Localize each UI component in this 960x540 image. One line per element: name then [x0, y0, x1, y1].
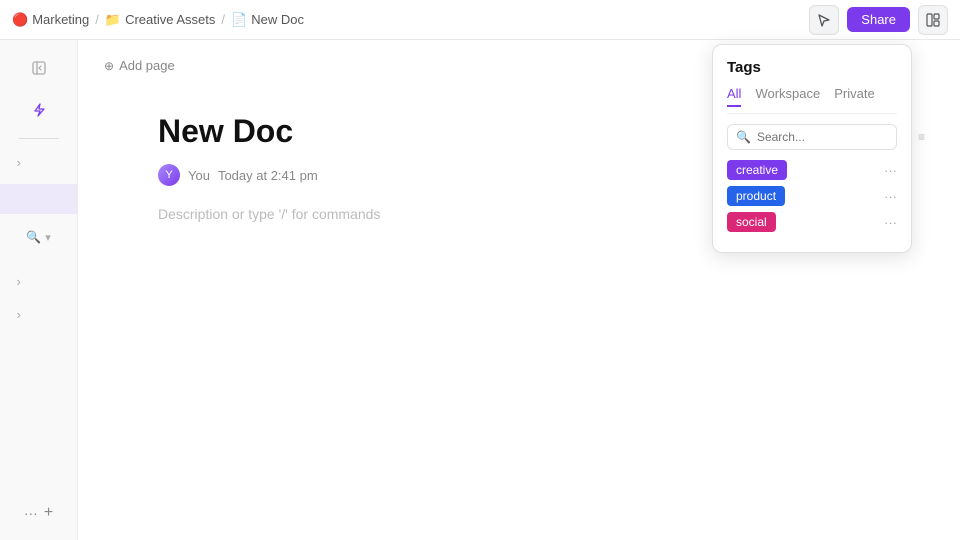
tags-panel: Tags All Workspace Private 🔍 ≡ creative …: [712, 44, 912, 253]
tags-search-icon: 🔍: [736, 130, 751, 144]
layout-button[interactable]: [918, 5, 948, 35]
topbar-actions: Share: [809, 5, 948, 35]
breadcrumb-creative-assets[interactable]: 📁 Creative Assets: [105, 12, 216, 28]
tag-menu-product[interactable]: ···: [884, 189, 897, 204]
sidebar-bottom-actions: ··· +: [16, 496, 61, 530]
avatar: Y: [158, 164, 180, 186]
doc-timestamp: Today at 2:41 pm: [218, 168, 318, 183]
tag-item-creative: creative ···: [727, 160, 897, 180]
sidebar-selected-item[interactable]: [0, 184, 77, 214]
breadcrumb-sep-2: /: [221, 12, 225, 27]
tag-badge-social[interactable]: social: [727, 212, 776, 232]
sidebar-search-row[interactable]: 🔍 ▾: [18, 226, 58, 248]
breadcrumb-sep-1: /: [95, 12, 99, 27]
tag-item-social: social ···: [727, 212, 897, 232]
tab-all[interactable]: All: [727, 86, 741, 107]
tag-menu-creative[interactable]: ···: [884, 163, 897, 178]
tags-search-input[interactable]: [757, 130, 912, 144]
search-icon: 🔍: [26, 230, 41, 244]
breadcrumb-new-doc-label: New Doc: [251, 12, 304, 27]
breadcrumb-new-doc[interactable]: 📄 New Doc: [231, 12, 304, 28]
breadcrumb-marketing-label: Marketing: [32, 12, 89, 27]
more-icon[interactable]: ···: [24, 505, 38, 521]
sidebar-bolt-icon[interactable]: [21, 92, 57, 128]
sidebar-nav-item-3[interactable]: ›: [9, 301, 69, 328]
tag-badge-product[interactable]: product: [727, 186, 785, 206]
sidebar-divider-1: [19, 138, 59, 139]
chevron-right-icon-1: ›: [17, 155, 21, 170]
add-page-button[interactable]: ⊕ Add page: [98, 54, 181, 77]
sidebar-nav-item-2[interactable]: ›: [9, 268, 69, 295]
author-name: You: [188, 168, 210, 183]
tag-menu-social[interactable]: ···: [884, 215, 897, 230]
sidebar: › 🔍 ▾ › › ··· +: [0, 40, 78, 540]
breadcrumb-creative-assets-label: Creative Assets: [125, 12, 215, 27]
tags-tabs: All Workspace Private: [727, 86, 897, 114]
tags-filter-icon[interactable]: ≡: [918, 130, 925, 144]
chevron-down-icon: ▾: [45, 231, 51, 244]
breadcrumb: 🔴 Marketing / 📁 Creative Assets / 📄 New …: [12, 12, 304, 28]
tag-badge-creative[interactable]: creative: [727, 160, 787, 180]
cursor-button[interactable]: [809, 5, 839, 35]
add-page-label: Add page: [119, 58, 175, 73]
add-icon[interactable]: +: [44, 504, 53, 522]
tag-item-product: product ···: [727, 186, 897, 206]
tags-search-box: 🔍 ≡: [727, 124, 897, 150]
tab-workspace[interactable]: Workspace: [755, 86, 820, 107]
marketing-icon: 🔴: [12, 12, 28, 28]
share-button[interactable]: Share: [847, 7, 910, 32]
breadcrumb-marketing[interactable]: 🔴 Marketing: [12, 12, 89, 28]
add-page-icon: ⊕: [104, 59, 114, 73]
folder-icon: 📁: [105, 12, 121, 28]
tab-private[interactable]: Private: [834, 86, 874, 107]
sidebar-nav-item-1[interactable]: ›: [9, 149, 69, 176]
chevron-right-icon-3: ›: [17, 307, 21, 322]
topbar: 🔴 Marketing / 📁 Creative Assets / 📄 New …: [0, 0, 960, 40]
doc-icon: 📄: [231, 12, 247, 28]
tags-panel-title: Tags: [727, 59, 897, 76]
chevron-right-icon-2: ›: [17, 274, 21, 289]
sidebar-collapse-icon[interactable]: [21, 50, 57, 86]
